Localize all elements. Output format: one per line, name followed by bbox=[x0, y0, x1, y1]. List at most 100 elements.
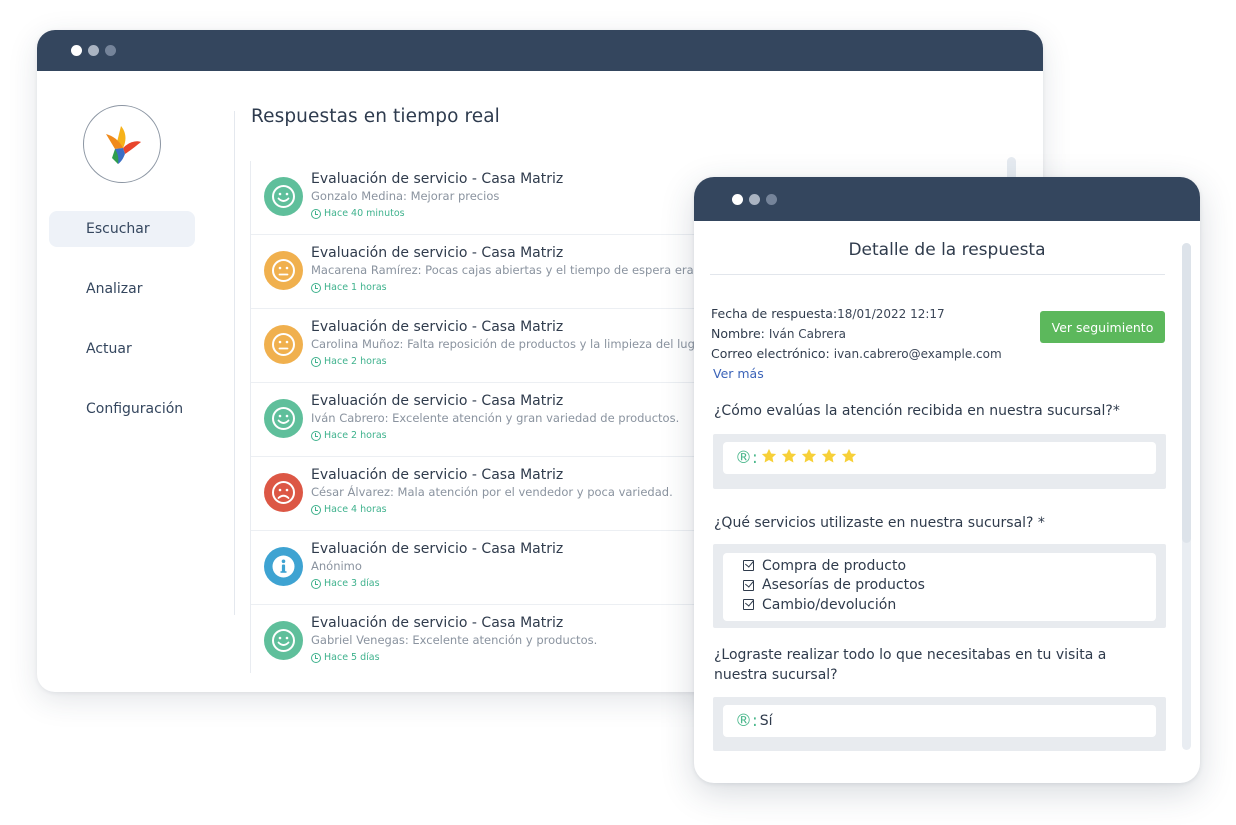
nav-item-actuar[interactable]: Actuar bbox=[49, 331, 195, 367]
sidebar-nav: Escuchar Analizar Actuar Configuración bbox=[49, 211, 195, 451]
clock-icon bbox=[311, 504, 321, 515]
window-dot-minimize[interactable] bbox=[88, 45, 99, 56]
response-text: Evaluación de servicio - Casa Matriz Iván… bbox=[311, 393, 679, 442]
smiley-neutral-icon bbox=[264, 251, 303, 290]
clock-icon bbox=[311, 430, 321, 441]
checkbox-checked-icon bbox=[743, 579, 754, 591]
service-option: Cambio/devolución bbox=[743, 595, 1156, 615]
detail-titlebar bbox=[694, 177, 1200, 221]
checkbox-checked-icon bbox=[743, 599, 754, 611]
response-title: Evaluación de servicio - Casa Matriz bbox=[311, 467, 564, 483]
star-icon bbox=[820, 447, 838, 469]
detail-title: Detalle de la respuesta bbox=[848, 240, 1046, 260]
response-subtitle: César Álvarez: Mala atención por el vend… bbox=[311, 485, 673, 499]
response-title: Evaluación de servicio - Casa Matriz bbox=[311, 541, 564, 557]
response-meta: Fecha de respuesta:18/01/2022 12:17 Nomb… bbox=[711, 304, 1002, 384]
bird-logo-icon bbox=[106, 126, 141, 164]
brand-logo[interactable] bbox=[83, 105, 161, 183]
response-text: Evaluación de servicio - Casa Matriz Anón… bbox=[311, 541, 563, 590]
name-value: Iván Cabrera bbox=[768, 327, 846, 341]
response-title: Evaluación de servicio - Casa Matriz bbox=[311, 615, 564, 631]
date-value: 18/01/2022 12:17 bbox=[837, 307, 945, 321]
clock-icon bbox=[311, 356, 321, 367]
response-time: Hace 5 días bbox=[311, 651, 597, 664]
sidebar-divider bbox=[234, 111, 235, 615]
response-title: Evaluación de servicio - Casa Matriz bbox=[311, 393, 564, 409]
page-title: Respuestas en tiempo real bbox=[251, 106, 500, 127]
nav-item-escuchar[interactable]: Escuchar bbox=[49, 211, 195, 247]
response-text: Evaluación de servicio - Casa Matriz Césa… bbox=[311, 467, 673, 516]
response-time: Hace 2 horas bbox=[311, 355, 709, 368]
response-subtitle: Iván Cabrero: Excelente atención y gran … bbox=[311, 411, 680, 425]
detail-scrollbar[interactable] bbox=[1182, 243, 1191, 543]
clock-icon bbox=[311, 652, 321, 663]
star-rating bbox=[760, 447, 858, 469]
question-3: ¿Lograste realizar todo lo que necesitab… bbox=[714, 645, 1106, 685]
answer-prefix: ®: bbox=[735, 711, 758, 731]
answer-box-2: Compra de producto Asesorías de productos… bbox=[713, 544, 1166, 628]
response-time: Hace 40 minutos bbox=[311, 207, 563, 220]
question-3-line2: nuestra sucursal? bbox=[714, 667, 838, 683]
response-time-text: Hace 40 minutos bbox=[324, 208, 405, 219]
name-label: Nombre: bbox=[711, 326, 765, 341]
response-subtitle: Gonzalo Medina: Mejorar precios bbox=[311, 189, 500, 203]
question-2: ¿Qué servicios utilizaste en nuestra suc… bbox=[714, 515, 1045, 531]
detail-dot-minimize[interactable] bbox=[749, 193, 760, 205]
service-option-label: Compra de producto bbox=[762, 557, 907, 574]
response-time-text: Hace 3 días bbox=[324, 578, 380, 589]
response-time-text: Hace 2 horas bbox=[324, 430, 387, 441]
window-dot-maximize[interactable] bbox=[105, 45, 116, 56]
answer-1: ®: bbox=[723, 442, 1156, 474]
ver-seguimiento-button[interactable]: Ver seguimiento bbox=[1040, 311, 1165, 343]
star-icon bbox=[760, 447, 778, 469]
response-subtitle: Carolina Muñoz: Falta reposición de prod… bbox=[311, 337, 710, 351]
smiley-neutral-icon bbox=[264, 325, 303, 364]
service-option: Asesorías de productos bbox=[743, 576, 1156, 596]
response-time-text: Hace 2 horas bbox=[324, 356, 387, 367]
response-text: Evaluación de servicio - Casa Matriz Gonz… bbox=[311, 171, 563, 220]
smiley-sad-icon bbox=[264, 473, 303, 512]
response-time: Hace 2 horas bbox=[311, 429, 679, 442]
star-icon bbox=[780, 447, 798, 469]
response-text: Evaluación de servicio - Casa Matriz Maca… bbox=[311, 245, 729, 294]
nav-item-analizar[interactable]: Analizar bbox=[49, 271, 195, 307]
smiley-happy-icon bbox=[264, 621, 303, 660]
detail-dot-maximize[interactable] bbox=[766, 193, 777, 205]
answer-3: ®: Sí bbox=[723, 705, 1156, 737]
response-time: Hace 4 horas bbox=[311, 503, 673, 516]
date-label: Fecha de respuesta: bbox=[711, 306, 838, 321]
response-text: Evaluación de servicio - Casa Matriz Gabr… bbox=[311, 615, 597, 664]
email-value: ivan.cabrero@example.com bbox=[833, 347, 1002, 361]
service-option-label: Cambio/devolución bbox=[762, 596, 897, 613]
main-titlebar bbox=[37, 30, 1043, 71]
answer-prefix: ®: bbox=[735, 448, 758, 468]
answer-box-3: ®: Sí bbox=[713, 697, 1166, 751]
detail-dot-close[interactable] bbox=[732, 193, 743, 205]
window-dot-close[interactable] bbox=[71, 45, 82, 56]
answer-box-1: ®: bbox=[713, 434, 1166, 489]
response-title: Evaluación de servicio - Casa Matriz bbox=[311, 171, 564, 187]
clock-icon bbox=[311, 282, 321, 293]
ver-mas-link[interactable]: Ver más bbox=[713, 366, 764, 381]
detail-window: Detalle de la respuesta Fecha de respues… bbox=[694, 177, 1200, 783]
detail-divider bbox=[710, 274, 1165, 275]
response-time-text: Hace 5 días bbox=[324, 652, 380, 663]
smiley-happy-icon bbox=[264, 177, 303, 216]
star-icon bbox=[840, 447, 858, 469]
nav-item-configuracion[interactable]: Configuración bbox=[49, 391, 195, 427]
smiley-happy-icon bbox=[264, 399, 303, 438]
response-time: Hace 3 días bbox=[311, 577, 563, 590]
answer-3-text: Sí bbox=[759, 713, 773, 729]
clock-icon bbox=[311, 208, 321, 219]
star-icon bbox=[800, 447, 818, 469]
response-time-text: Hace 4 horas bbox=[324, 504, 387, 515]
response-text: Evaluación de servicio - Casa Matriz Caro… bbox=[311, 319, 709, 368]
service-option: Compra de producto bbox=[743, 556, 1156, 576]
response-time-text: Hace 1 horas bbox=[324, 282, 387, 293]
service-option-label: Asesorías de productos bbox=[762, 577, 925, 594]
response-subtitle: Macarena Ramírez: Pocas cajas abiertas y… bbox=[311, 263, 730, 277]
response-subtitle: Anónimo bbox=[311, 559, 362, 573]
checkbox-checked-icon bbox=[743, 560, 754, 572]
answer-2: Compra de producto Asesorías de productos… bbox=[723, 553, 1156, 621]
question-1: ¿Cómo evalúas la atención recibida en nu… bbox=[714, 403, 1120, 419]
